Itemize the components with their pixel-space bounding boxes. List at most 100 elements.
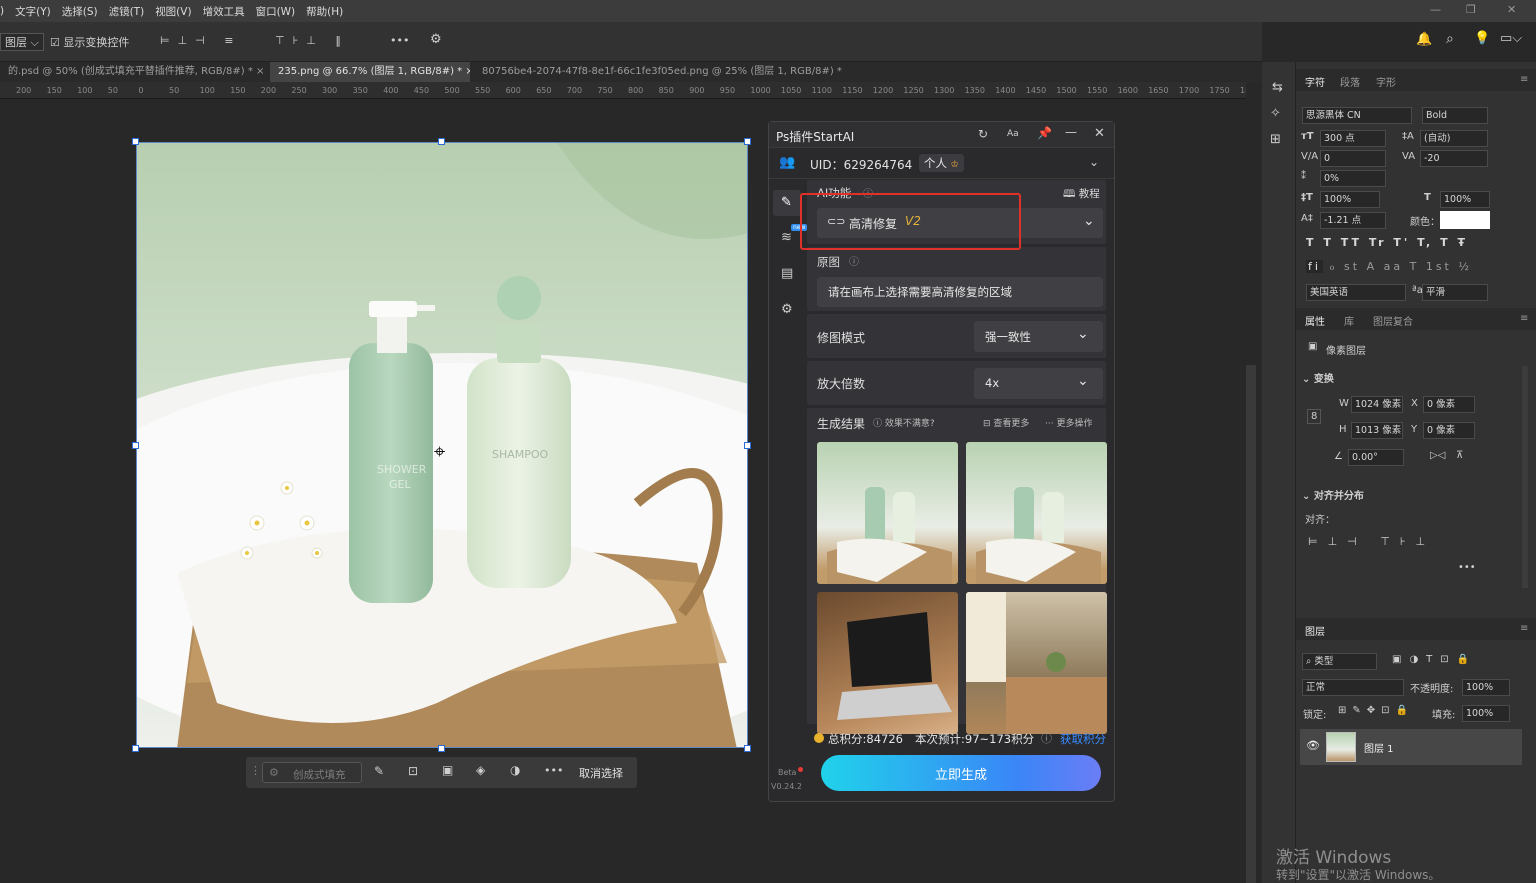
scale-select[interactable]: 4x ⌄ [974,368,1103,399]
height-field[interactable]: 1013 像素 [1351,422,1403,439]
menu-window[interactable]: 窗口(W) [256,4,296,19]
transform-handle[interactable] [132,138,139,145]
workspace-icon[interactable]: ▭⌵ [1500,31,1522,46]
ot-ligature[interactable]: fi [1306,260,1323,273]
transform-handle[interactable] [132,745,139,752]
ot-titling[interactable]: T [1410,260,1420,273]
show-transform-checkbox[interactable]: ☑ 显示变换控件 [50,34,129,50]
typo-italic[interactable]: T [1323,236,1334,249]
font-size-icon[interactable]: Aa [1007,129,1019,139]
close-icon[interactable]: ✕ [1507,3,1516,16]
tutorial-link[interactable]: 🕮 教程 [1063,186,1100,204]
horizontal-scale-field[interactable]: 100% [1440,191,1490,208]
panel-menu-icon[interactable]: ≡ [1520,623,1528,634]
width-field[interactable]: 1024 像素 [1351,396,1403,413]
more-icon[interactable]: ••• [544,764,563,777]
tsume-field[interactable]: 0% [1320,170,1386,187]
source-hint-box[interactable]: 请在画布上选择需要高清修复的区域 [817,277,1103,307]
info-icon[interactable]: ⓘ [849,253,859,268]
result-thumbnail[interactable] [817,442,958,584]
ot-fraction[interactable]: ½ [1458,260,1472,273]
ot-swash[interactable]: A [1367,260,1378,273]
transform-handle[interactable] [744,138,751,145]
more-ops-button[interactable]: ··· 更多操作 [1045,416,1092,429]
transform-handle[interactable] [438,138,445,145]
align-buttons[interactable]: ⊨⊥⊣ ⊤⊦⊥ [1308,535,1435,548]
menu-filter[interactable]: 滤镜(T) [109,4,145,19]
typo-smallcaps[interactable]: Tr [1369,236,1387,249]
drag-handle[interactable]: ⋮ [250,764,261,777]
generate-button[interactable]: 立即生成 [821,755,1101,791]
vertical-scale-field[interactable]: 100% [1320,191,1380,208]
info-icon[interactable]: ⓘ [1041,730,1052,746]
tab-properties[interactable]: 属性 [1305,313,1325,328]
tab-paragraph[interactable]: 段落 [1340,74,1360,89]
bell-icon[interactable]: 🔔 [1416,32,1432,47]
tracking-field[interactable]: -20 [1420,150,1488,167]
chevron-down-icon[interactable]: ⌄ [1089,155,1099,169]
opacity-field[interactable]: 100% [1462,679,1510,696]
tab-layer-comps[interactable]: 图层复合 [1373,313,1413,328]
distribute-icons[interactable]: ⊤⊦⊥ ‖ [275,34,349,47]
gear-icon[interactable]: ⚙ [430,32,442,47]
tab-doc-psd[interactable]: 的.psd @ 50% (创成式填充平替插件推荐, RGB/8#) * × [0,62,268,82]
typo-super[interactable]: T' [1393,236,1410,249]
tab-doc-80756[interactable]: 80756be4-2074-47f8-8e1f-66c1fe3f05ed.png… [474,62,844,82]
brush-icon[interactable]: ✎ [374,764,384,778]
menu-help[interactable]: 帮助(H) [306,4,343,19]
x-field[interactable]: 0 像素 [1423,396,1475,413]
more-icon[interactable]: ••• [1458,562,1476,573]
language-select[interactable]: 美国英语 [1306,284,1406,301]
fill-bucket-icon[interactable]: ◈ [476,763,485,777]
transform-handle[interactable] [744,442,751,449]
result-thumbnail[interactable] [966,592,1107,734]
refresh-icon[interactable]: ↻ [978,127,988,141]
typo-allcaps[interactable]: TT [1341,236,1362,249]
typo-strike[interactable]: Ŧ [1457,236,1468,249]
fill-field[interactable]: 100% [1462,705,1510,722]
view-more-button[interactable]: ⊟ 查看更多 [983,416,1029,429]
adjustment-icon[interactable]: ◑ [510,763,520,777]
scrollbar[interactable] [1522,366,1528,588]
angle-field[interactable]: 0.00° [1348,449,1404,466]
typo-bold[interactable]: T [1306,236,1317,249]
menu-select[interactable]: 选择(S) [62,4,98,19]
ot-old-style[interactable]: ℴ [1329,260,1337,273]
y-field[interactable]: 0 像素 [1423,422,1475,439]
result-thumbnail[interactable] [817,592,958,734]
typo-underline[interactable]: T [1440,236,1451,249]
tab-character[interactable]: 字符 [1305,74,1325,89]
antialias-select[interactable]: 平滑 [1422,284,1488,301]
history-panel-icon[interactable]: ⇆ [1272,80,1283,95]
tab-glyphs[interactable]: 字形 [1376,74,1396,89]
table-panel-icon[interactable]: ⊞ [1270,132,1281,147]
sidebar-item-edit[interactable]: ✎ [773,190,801,216]
mode-select[interactable]: 强一致性 ⌄ [974,321,1103,352]
opentype-buttons[interactable]: fi ℴ st A aa T 1st ½ [1306,260,1472,273]
ot-discretionary[interactable]: st [1344,260,1360,273]
menu-view[interactable]: 视图(V) [155,4,191,19]
history-icon[interactable]: ▤ [781,266,793,281]
deselect-button[interactable]: 取消选择 [579,765,623,781]
minimize-icon[interactable]: — [1430,3,1441,16]
result-thumbnail[interactable] [966,442,1107,584]
lightbulb-icon[interactable]: 💡 [1474,31,1490,46]
generative-fill-button[interactable]: ⚙ 创成式填充 [262,762,362,783]
tab-doc-235[interactable]: 235.png @ 66.7% (图层 1, RGB/8#) * × [270,62,470,82]
restore-icon[interactable]: ❐ [1466,3,1476,16]
search-icon[interactable]: ⌕ [1446,31,1454,47]
leading-field[interactable]: (自动) [1420,130,1488,147]
font-family-select[interactable]: 思源黑体 CN [1302,107,1412,124]
tab-layers[interactable]: 图层 [1305,623,1325,638]
typography-buttons[interactable]: T T TT Tr T' T, T Ŧ [1306,236,1468,249]
font-size-field[interactable]: 300 点 [1320,130,1386,147]
layer-row[interactable]: 👁 图层 1 [1300,729,1522,765]
align-icons[interactable]: ⊨⊥⊣ ≡ [160,34,241,47]
blend-mode-select[interactable]: 正常 [1302,679,1404,696]
flip-horizontal-icon[interactable]: ▷◁ [1430,450,1445,461]
settings-icon[interactable]: ⚙ [781,302,793,317]
more-options-icon[interactable]: ••• [390,34,409,47]
menu-type[interactable]: 文字(Y) [15,4,51,19]
ot-ordinal[interactable]: 1st [1426,260,1452,273]
unsatisfied-link[interactable]: ⓘ 效果不满意? [873,416,935,429]
